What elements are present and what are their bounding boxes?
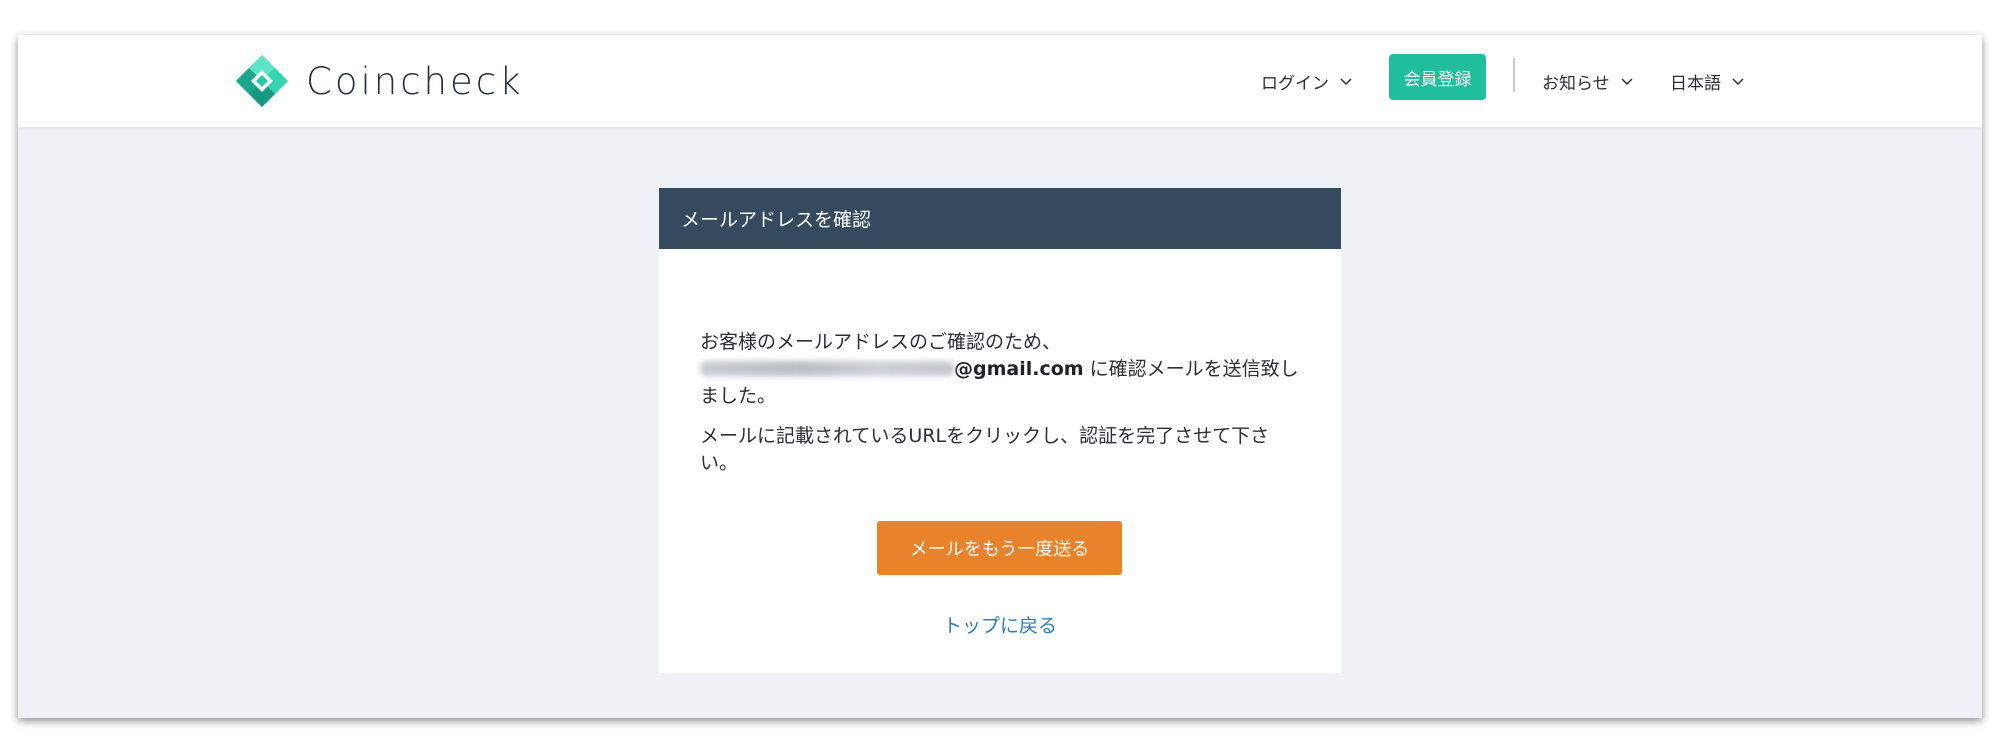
login-menu[interactable]: ログイン — [1261, 35, 1353, 127]
chevron-down-icon — [1732, 78, 1744, 86]
signup-button[interactable]: 会員登録 — [1389, 54, 1486, 100]
news-label: お知らせ — [1542, 73, 1610, 94]
brand-name: Coincheck — [306, 59, 524, 103]
verify-email-card: メールアドレスを確認 お客様のメールアドレスのご確認のため、 @gmail.co… — [659, 188, 1341, 673]
nav-divider — [1513, 58, 1515, 92]
message-paragraph-1: お客様のメールアドレスのご確認のため、 @gmail.com に確認メールを送信… — [700, 329, 1300, 410]
login-label: ログイン — [1261, 73, 1329, 94]
login-link[interactable]: ログイン — [1261, 69, 1353, 94]
resend-email-button[interactable]: メールをもう一度送る — [877, 521, 1122, 575]
browser-window: Coincheck ログイン 会員登録 お知らせ 日本語 メールアドレスを確認 — [18, 35, 1982, 718]
coincheck-logo-icon — [236, 55, 288, 107]
back-to-top-link[interactable]: トップに戻る — [659, 611, 1341, 638]
card-body: お客様のメールアドレスのご確認のため、 @gmail.com に確認メールを送信… — [659, 249, 1341, 673]
redacted-email-local — [700, 360, 954, 376]
site-header: Coincheck ログイン 会員登録 お知らせ 日本語 — [18, 35, 1982, 127]
chevron-down-icon — [1340, 78, 1352, 86]
message-line-1: お客様のメールアドレスのご確認のため、 — [700, 331, 1062, 353]
email-domain: @gmail.com — [954, 358, 1084, 380]
language-label: 日本語 — [1670, 73, 1721, 94]
card-title: メールアドレスを確認 — [659, 188, 1341, 249]
chevron-down-icon — [1621, 78, 1633, 86]
verification-message: お客様のメールアドレスのご確認のため、 @gmail.com に確認メールを送信… — [700, 329, 1300, 490]
news-menu[interactable]: お知らせ — [1542, 35, 1634, 127]
language-menu[interactable]: 日本語 — [1670, 35, 1745, 127]
news-link[interactable]: お知らせ — [1542, 69, 1634, 94]
logo[interactable]: Coincheck — [234, 52, 524, 110]
message-paragraph-2: メールに記載されているURLをクリックし、認証を完了させて下さい。 — [700, 425, 1270, 474]
language-select[interactable]: 日本語 — [1670, 69, 1745, 94]
